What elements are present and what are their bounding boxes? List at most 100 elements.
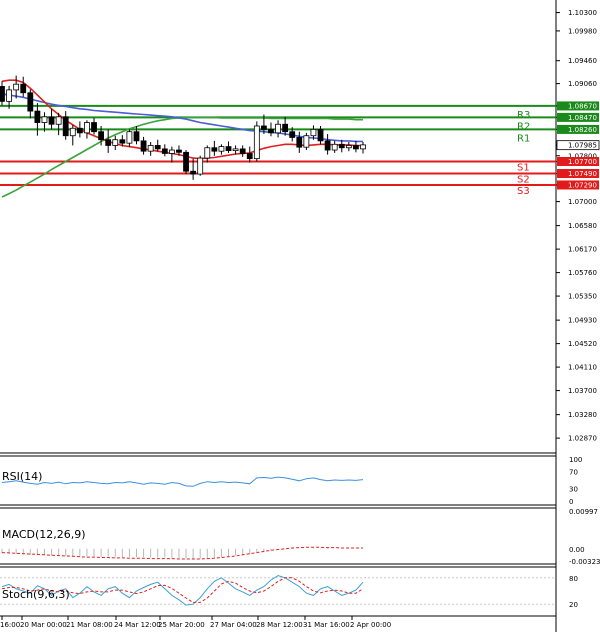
price-tick-label: 1.07000: [568, 198, 597, 206]
candle-up: [310, 129, 317, 137]
candle-down: [246, 153, 253, 160]
candle-down: [20, 83, 27, 94]
candle-down: [225, 146, 232, 152]
time-tick-label: 24 Mar 12:00: [114, 621, 161, 629]
level-label-r3: R3: [517, 110, 530, 121]
chart-container: R3 R2 R1 S1 S2 S3 1.10300 1.09980 1.09460 1.0906…: [0, 0, 600, 632]
price-tick-label: 1.02870: [568, 435, 597, 443]
candle-up: [345, 145, 352, 149]
level-price-tag-label: 1.08670: [568, 102, 597, 110]
candle-up: [126, 131, 133, 144]
price-tick-label: 1.04520: [568, 340, 597, 348]
price-tick-label: 1.04930: [568, 317, 597, 325]
candle-down: [317, 129, 324, 142]
candle-down: [140, 140, 147, 152]
candle-down: [190, 170, 197, 175]
candle-up: [147, 145, 154, 152]
candle-down: [239, 148, 246, 154]
rsi-label: RSI(14): [2, 470, 42, 483]
price-tick-label: 1.06170: [568, 246, 597, 254]
candle-up: [303, 135, 310, 148]
candle-down: [27, 92, 34, 112]
level-price-tag-label: 1.07290: [568, 181, 597, 189]
level-label-r2: R2: [517, 121, 530, 132]
macd-tick-label: 0.00997: [569, 508, 598, 516]
candle-up: [55, 116, 62, 125]
level-label-s3: S3: [517, 186, 530, 197]
price-tick-label: 1.09060: [568, 80, 597, 88]
stoch-label: Stoch(9,6,3): [2, 588, 70, 601]
candle-up: [112, 139, 119, 146]
time-tick-label: 27 Mar 04:00: [210, 621, 257, 629]
candle-up: [218, 146, 225, 152]
candle-down: [261, 125, 267, 130]
level-label-s1: S1: [517, 162, 530, 173]
time-tick-label: 31 Mar 16:00: [303, 621, 350, 629]
candle-down: [91, 122, 97, 133]
rsi-tick-label: 30: [569, 485, 578, 493]
macd-tick-label: 0.00: [569, 546, 585, 554]
candle-down: [338, 143, 345, 149]
current-price-label: 1.07985: [568, 142, 597, 150]
level-price-tag-label: 1.08470: [568, 114, 597, 122]
candle-down: [98, 131, 104, 141]
time-tick-label: 20 Mar 00:00: [20, 621, 67, 629]
level-label-r1: R1: [517, 133, 530, 144]
candle-down: [211, 147, 218, 152]
candle-down: [176, 149, 182, 153]
candle-down: [105, 139, 112, 146]
time-tick-label: 25 Mar 20:00: [158, 621, 205, 629]
candle-up: [168, 149, 175, 154]
candle-up: [69, 127, 76, 137]
price-tick-label: 1.04110: [568, 364, 597, 372]
candle-down: [48, 116, 55, 125]
candle: [303, 132, 310, 151]
candle: [253, 121, 260, 162]
candle-down: [62, 116, 69, 137]
rsi-tick-label: 0: [569, 498, 573, 506]
price-tick-label: 1.03280: [568, 411, 597, 419]
candle: [183, 150, 189, 175]
candle-down: [154, 145, 161, 150]
candle-up: [6, 89, 12, 102]
price-tick-label: 1.05350: [568, 293, 597, 301]
time-tick-label: 21 Mar 08:00: [66, 621, 113, 629]
candle-down: [282, 123, 289, 133]
candle-up: [41, 116, 48, 123]
time-tick-label: 28 Mar 12:00: [256, 621, 303, 629]
candle-down: [324, 140, 331, 151]
candle-up: [204, 147, 211, 159]
price-tick-label: 1.06580: [568, 222, 597, 230]
level-label-s2: S2: [517, 175, 530, 186]
candle-down: [296, 137, 303, 148]
candle-down: [76, 127, 83, 134]
candle-down: [289, 131, 296, 138]
price-tick-label: 1.10300: [568, 9, 597, 17]
macd-label: MACD(12,26,9): [2, 528, 86, 541]
price-tick-label: 1.09980: [568, 27, 597, 35]
price-tick-label: 1.05760: [568, 269, 597, 277]
candle-down: [119, 139, 126, 144]
candle-down: [161, 148, 168, 154]
rsi-tick-label: 100: [569, 456, 582, 464]
candle: [197, 155, 204, 176]
level-price-tag-label: 1.07700: [568, 158, 597, 166]
candle-up: [275, 123, 281, 134]
stoch-tick-label: 20: [569, 601, 578, 609]
candle-down: [133, 131, 140, 142]
candle-up: [197, 157, 204, 175]
candle-up: [232, 148, 239, 152]
time-tick-label: 16:00: [0, 621, 20, 629]
candle-down: [353, 145, 359, 150]
macd-tick-label: -0.00323: [569, 558, 600, 566]
trading-chart: R3R2R1 S1 S2S3 1.10300 1.09980 1.09460 1.0906…: [0, 0, 600, 632]
candle-down: [183, 151, 189, 172]
candle-down: [268, 129, 274, 134]
level-price-tag-label: 1.07490: [568, 170, 597, 178]
level-price-tag-label: 1.08260: [568, 126, 597, 134]
candle-up: [331, 143, 338, 151]
rsi-tick-label: 70: [569, 469, 578, 477]
candle-down: [0, 86, 5, 102]
candle-up: [253, 125, 260, 160]
candle-up: [360, 144, 366, 150]
